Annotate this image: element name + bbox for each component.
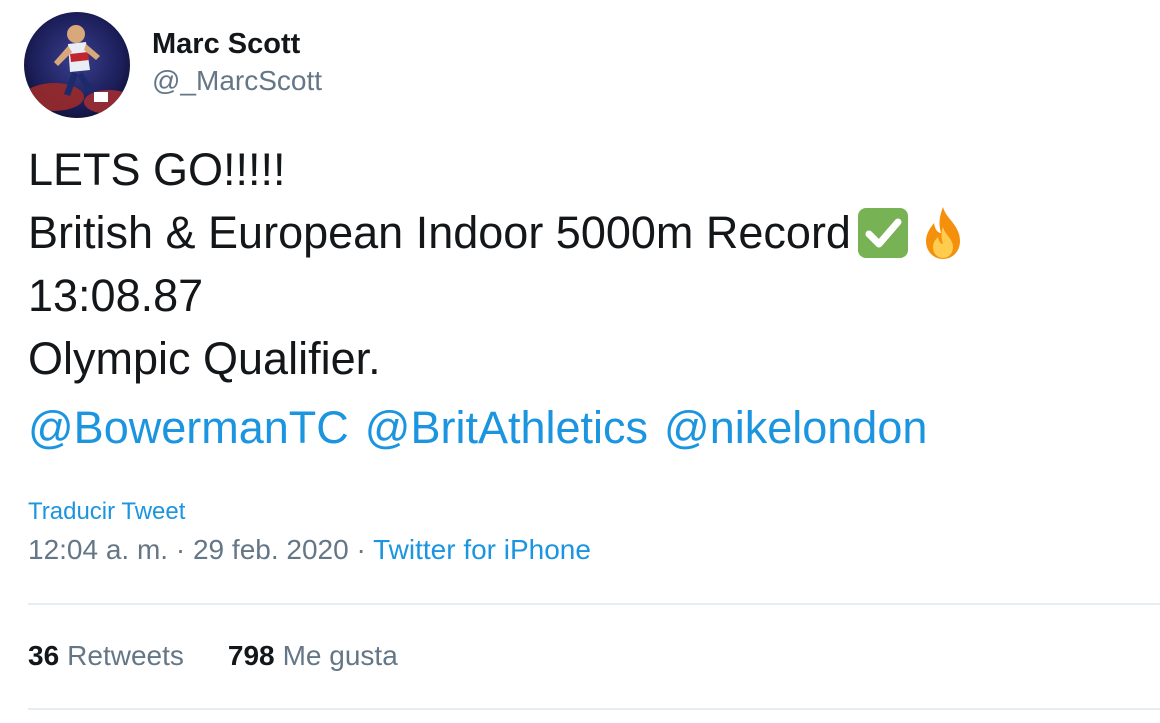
- mentions: @BowermanTC @BritAthletics @nikelondon: [28, 396, 971, 459]
- author-names: Marc Scott @_MarcScott: [152, 25, 322, 99]
- retweets-label: Retweets: [67, 640, 184, 671]
- tweet-line: LETS GO!!!!!: [28, 144, 286, 195]
- check-mark-icon: [855, 205, 911, 261]
- mention-link[interactable]: @nikelondon: [664, 396, 927, 459]
- mention-link[interactable]: @BowermanTC: [28, 396, 349, 459]
- tweet-line: British & European Indoor 5000m Record: [28, 207, 851, 258]
- likes-label: Me gusta: [282, 640, 398, 671]
- likes-count: 798: [227, 640, 275, 671]
- retweets-count: 36: [28, 640, 60, 671]
- author-handle[interactable]: @_MarcScott: [152, 63, 322, 99]
- tweet-source-link[interactable]: Twitter for iPhone: [373, 534, 591, 565]
- tweet-stats: 36 Retweets 798 Me gusta: [28, 640, 442, 672]
- translate-tweet-link[interactable]: Traducir Tweet: [28, 498, 185, 526]
- mention-link[interactable]: @BritAthletics: [365, 396, 648, 459]
- retweets-stat[interactable]: 36 Retweets: [28, 640, 184, 672]
- author-display-name[interactable]: Marc Scott: [152, 25, 322, 63]
- runner-avatar-icon: [24, 12, 130, 118]
- tweet-time[interactable]: 12:04 a. m.: [28, 534, 168, 565]
- meta-separator: ·: [348, 534, 374, 565]
- fire-icon: [915, 205, 971, 261]
- tweet-card: Marc Scott @_MarcScott LETS GO!!!!! Brit…: [0, 0, 1160, 723]
- tweet-header: Marc Scott @_MarcScott: [24, 12, 322, 118]
- tweet-date[interactable]: 29 feb. 2020: [193, 534, 349, 565]
- likes-stat[interactable]: 798 Me gusta: [228, 640, 398, 672]
- avatar[interactable]: [24, 12, 130, 118]
- divider: [28, 708, 1160, 710]
- tweet-line: 13:08.87: [28, 270, 204, 321]
- meta-separator: ·: [168, 534, 193, 565]
- tweet-text: LETS GO!!!!! British & European Indoor 5…: [28, 138, 971, 459]
- tweet-line-with-emojis: British & European Indoor 5000m Record: [28, 201, 971, 264]
- divider: [28, 603, 1160, 605]
- tweet-metadata: 12:04 a. m. · 29 feb. 2020 · Twitter for…: [28, 534, 591, 566]
- tweet-line: Olympic Qualifier.: [28, 333, 381, 384]
